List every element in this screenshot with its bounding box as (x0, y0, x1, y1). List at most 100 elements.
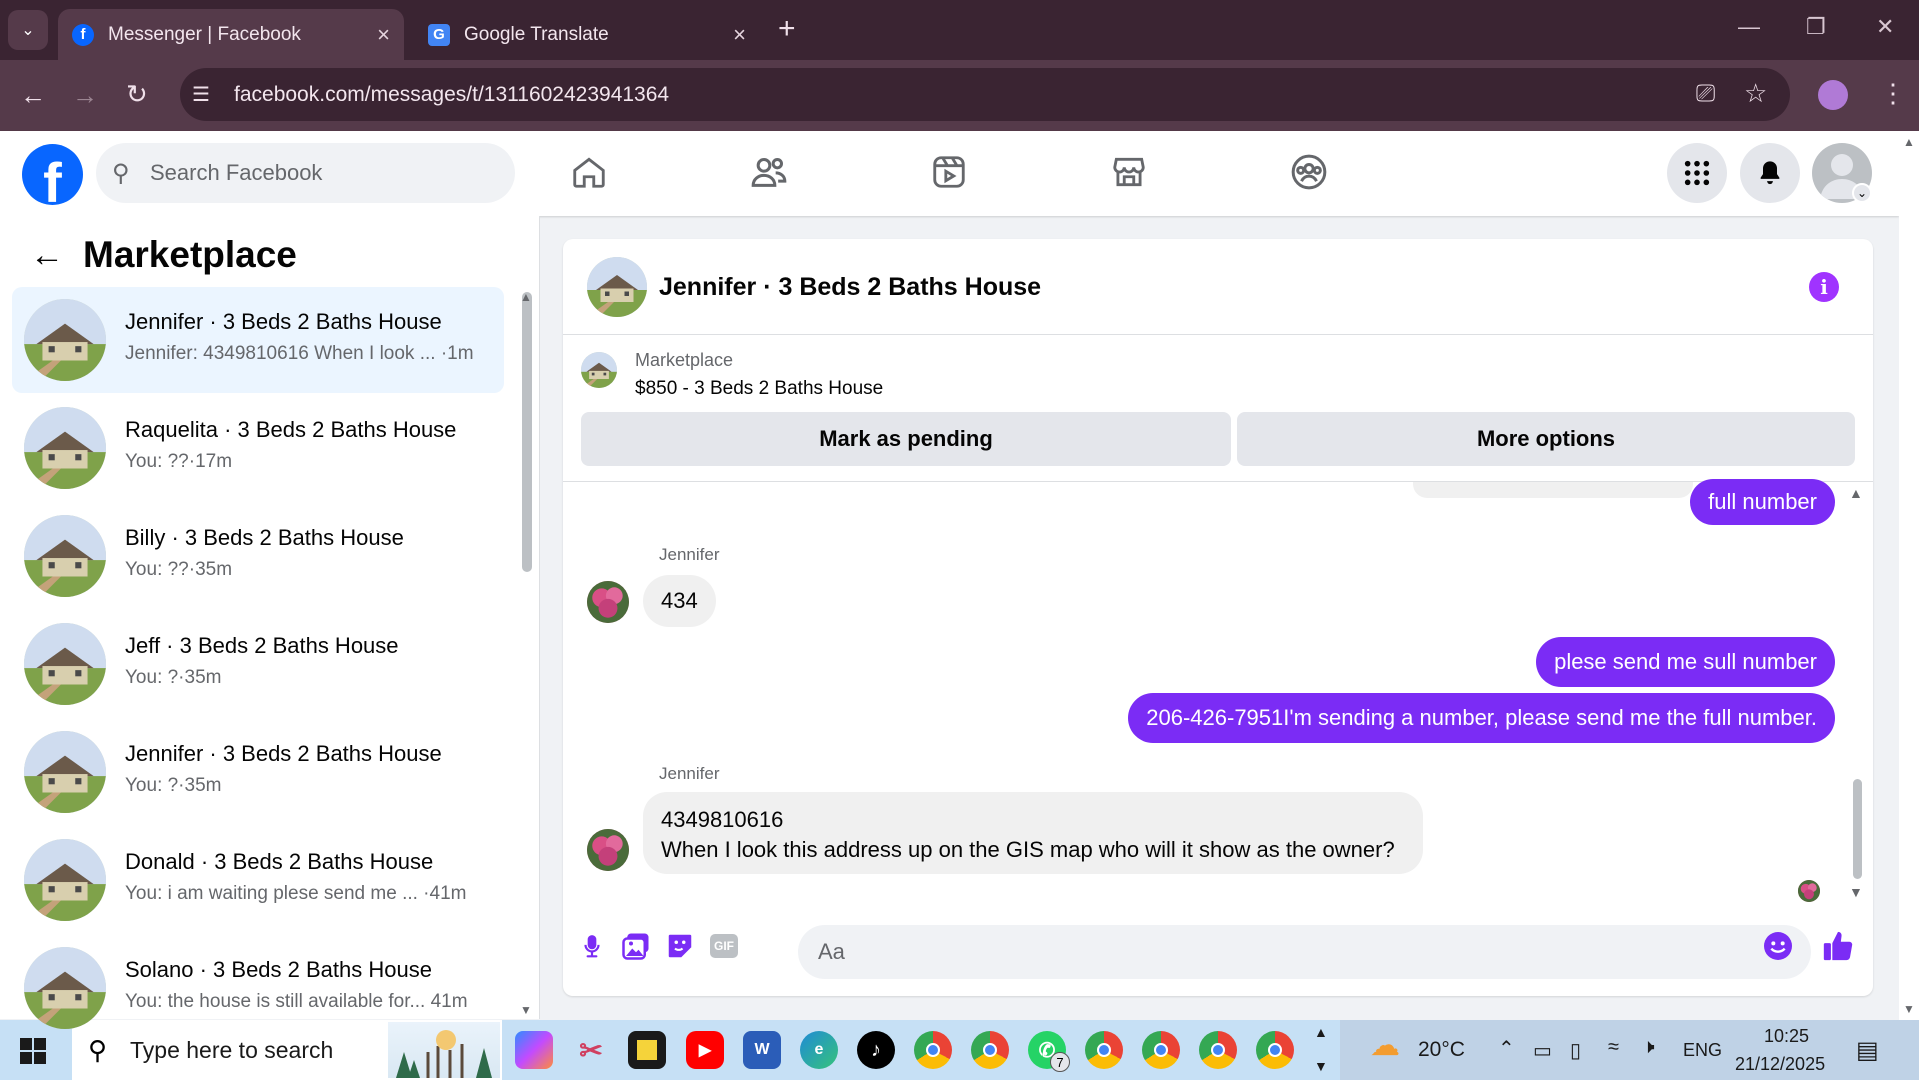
conversation-item[interactable]: Jeff · 3 Beds 2 Baths House You: ?·35m (12, 611, 504, 717)
close-window-icon[interactable]: ✕ (1876, 14, 1894, 40)
conversation-item[interactable]: Solano · 3 Beds 2 Baths House You: the ho… (12, 935, 504, 1041)
chrome-profile-icon[interactable] (1256, 1031, 1294, 1069)
listing-price[interactable]: $850 - 3 Beds 2 Baths House (635, 378, 883, 400)
scroll-up-icon[interactable]: ▲ (520, 290, 532, 304)
more-options-button[interactable]: More options (1237, 412, 1855, 466)
reload-icon[interactable]: ↻ (126, 79, 148, 110)
conversation-item[interactable]: Jennifer · 3 Beds 2 Baths House Jennifer:… (12, 287, 504, 393)
whatsapp-badge: 7 (1050, 1052, 1070, 1072)
facebook-logo-icon[interactable]: f (22, 144, 83, 205)
account-chevron-icon[interactable]: ⌄ (1852, 183, 1872, 203)
forward-icon[interactable]: → (72, 80, 98, 111)
conversation-name: Jennifer · 3 Beds 2 Baths House (125, 309, 442, 334)
profile-avatar-icon[interactable] (1818, 80, 1848, 110)
mark-as-pending-button[interactable]: Mark as pending (581, 412, 1231, 466)
browser-menu-icon[interactable]: ⋮ (1880, 78, 1906, 109)
minimize-icon[interactable]: — (1738, 14, 1760, 40)
weather-temperature[interactable]: 20°C (1418, 1038, 1465, 1062)
tab-google-translate[interactable]: G Google Translate × (414, 9, 760, 60)
chrome-profile-icon[interactable] (914, 1031, 952, 1069)
conversation-list-scrollbar[interactable] (522, 292, 532, 572)
menu-grid-icon[interactable] (1667, 143, 1727, 203)
sender-avatar[interactable] (587, 829, 629, 871)
windows-start-icon[interactable] (20, 1038, 46, 1064)
youtube-icon[interactable]: ▶ (686, 1031, 724, 1069)
page-scroll-down-icon[interactable]: ▼ (1903, 1002, 1915, 1016)
listing-source: Marketplace (635, 350, 734, 370)
notifications-center-icon[interactable]: ▤ (1856, 1036, 1879, 1065)
conversation-item[interactable]: Donald · 3 Beds 2 Baths House You: i am w… (12, 827, 504, 933)
conversation-item[interactable]: Raquelita · 3 Beds 2 Baths House You: ??·… (12, 395, 504, 501)
sender-avatar[interactable] (587, 581, 629, 623)
chat-scrollbar[interactable] (1853, 779, 1862, 879)
tiktok-icon[interactable]: ♪ (857, 1031, 895, 1069)
site-info-icon[interactable]: ☰ (192, 82, 210, 107)
outgoing-message[interactable]: plese send me sull number (1536, 637, 1835, 687)
facebook-search-input[interactable]: Search Facebook (96, 143, 515, 203)
back-arrow-icon[interactable]: ← (30, 236, 64, 275)
sticky-notes-icon[interactable] (628, 1031, 666, 1069)
chat-scroll-down-icon[interactable]: ▼ (1849, 884, 1863, 900)
friends-icon[interactable] (747, 150, 791, 194)
new-tab-button[interactable]: + (778, 12, 796, 46)
battery-icon[interactable]: ▭ (1533, 1038, 1552, 1063)
message-input[interactable]: Aa (798, 925, 1811, 979)
back-icon[interactable]: ← (20, 80, 46, 111)
home-icon[interactable] (567, 150, 611, 194)
conversation-preview: You: ?·35m (125, 775, 222, 796)
close-tab-icon[interactable]: × (733, 22, 746, 48)
emoji-icon[interactable] (1761, 929, 1795, 963)
outgoing-message[interactable]: 206-426-7951I'm sending a number, please… (1128, 693, 1835, 743)
incoming-message[interactable]: 434 (643, 575, 716, 627)
groups-icon[interactable] (1287, 150, 1331, 194)
tab-search-chevron-icon[interactable]: ⌄ (8, 10, 48, 50)
microphone-icon[interactable] (575, 929, 609, 963)
video-icon[interactable] (927, 150, 971, 194)
notifications-bell-icon[interactable] (1740, 143, 1800, 203)
page-scrollbar[interactable] (1899, 131, 1919, 1020)
device-icon[interactable]: ▯ (1570, 1038, 1581, 1063)
conversation-item[interactable]: Jennifer · 3 Beds 2 Baths House You: ?·35… (12, 719, 504, 825)
tray-up-icon[interactable]: ▲ (1314, 1024, 1328, 1040)
conversation-item[interactable]: Billy · 3 Beds 2 Baths House You: ??·35m (12, 503, 504, 609)
sticker-icon[interactable] (663, 929, 697, 963)
page-scroll-up-icon[interactable]: ▲ (1903, 135, 1915, 149)
wifi-icon[interactable]: ≈ (1608, 1036, 1619, 1059)
tray-down-icon[interactable]: ▼ (1314, 1058, 1328, 1074)
clock-time[interactable]: 10:25 (1764, 1026, 1809, 1047)
info-icon[interactable]: i (1809, 272, 1839, 302)
chrome-icon[interactable] (971, 1031, 1009, 1069)
chat-scroll-up-icon[interactable]: ▲ (1849, 485, 1863, 501)
thumbs-up-icon[interactable] (1821, 929, 1855, 963)
address-bar[interactable]: facebook.com/messages/t/1311602423941364 (180, 68, 1790, 121)
marketplace-icon[interactable] (1107, 150, 1151, 194)
scroll-down-icon[interactable]: ▼ (520, 1003, 532, 1017)
chrome-profile-icon[interactable] (1085, 1031, 1123, 1069)
gif-icon[interactable]: GIF (707, 929, 741, 963)
close-tab-icon[interactable]: × (377, 22, 390, 48)
chat-title[interactable]: Jennifer · 3 Beds 2 Baths House (659, 273, 1041, 302)
snipping-tool-icon[interactable]: ✂ (572, 1031, 610, 1069)
volume-icon[interactable]: 🕨 (1642, 1036, 1655, 1059)
language-indicator[interactable]: ENG (1683, 1040, 1722, 1061)
install-app-icon[interactable]: ⎚ (1696, 80, 1715, 108)
gif-label: GIF (710, 934, 738, 958)
panel-title: Marketplace (83, 234, 297, 275)
chrome-profile-icon[interactable] (1199, 1031, 1237, 1069)
edge-icon[interactable]: e (800, 1031, 838, 1069)
listing-thumbnail[interactable] (581, 352, 617, 388)
copilot-icon[interactable] (515, 1031, 553, 1069)
message-line: When I look this address up on the GIS m… (661, 837, 1395, 862)
chat-avatar[interactable] (587, 257, 647, 317)
chrome-profile-icon[interactable] (1142, 1031, 1180, 1069)
outgoing-message[interactable]: full number (1690, 479, 1835, 525)
clock-date[interactable]: 21/12/2025 (1735, 1054, 1825, 1075)
restore-icon[interactable]: ❐ (1806, 14, 1826, 40)
tab-messenger[interactable]: f Messenger | Facebook × (58, 9, 404, 60)
weather-icon[interactable]: ☁ (1370, 1028, 1400, 1063)
photo-icon[interactable] (619, 929, 653, 963)
word-icon[interactable]: W (743, 1031, 781, 1069)
show-hidden-icons-icon[interactable]: ⌃ (1498, 1036, 1515, 1061)
bookmark-star-icon[interactable]: ☆ (1744, 78, 1767, 109)
incoming-message[interactable]: 4349810616 When I look this address up o… (643, 792, 1423, 874)
